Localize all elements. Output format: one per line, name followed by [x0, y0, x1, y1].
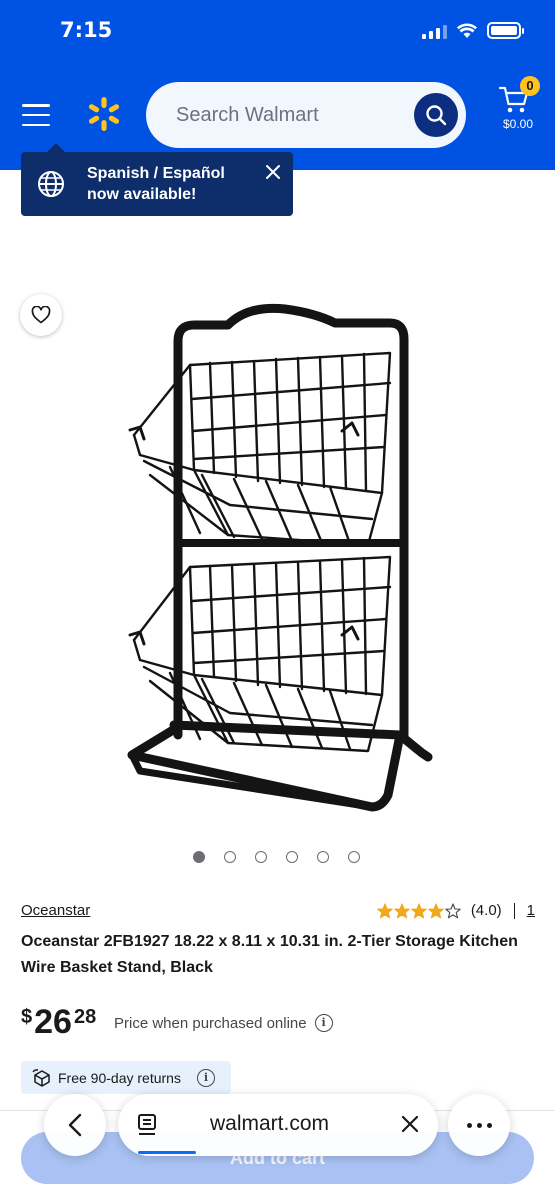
rating-separator [513, 902, 515, 919]
carousel-dot[interactable] [224, 851, 236, 863]
price-note: Price when purchased online i [114, 1014, 333, 1032]
favorite-button[interactable] [20, 294, 62, 336]
search-input[interactable] [176, 82, 396, 148]
status-icons [422, 22, 524, 39]
heart-icon [31, 306, 51, 324]
image-carousel-indicators [193, 851, 360, 863]
wifi-icon [457, 23, 477, 38]
carousel-dot[interactable] [317, 851, 329, 863]
carousel-dot[interactable] [255, 851, 267, 863]
info-icon[interactable]: i [196, 1068, 215, 1087]
browser-back-button[interactable] [44, 1094, 106, 1156]
carousel-dot[interactable] [193, 851, 205, 863]
product-price: $ 26 28 [21, 1004, 96, 1040]
brand-link[interactable]: Oceanstar [21, 902, 90, 919]
walmart-spark-logo[interactable] [86, 96, 122, 132]
globe-icon [38, 171, 64, 197]
price-cents: 28 [73, 1006, 97, 1028]
returns-text: Free 90-day returns [58, 1069, 181, 1086]
search-icon [426, 105, 447, 126]
page-menu-icon[interactable] [136, 1113, 160, 1137]
price-currency: $ [21, 1006, 33, 1028]
app-header: 7:15 Search Walmart 0 $0.00 [0, 0, 555, 170]
close-icon[interactable] [265, 164, 281, 180]
cellular-signal-icon [422, 23, 447, 39]
returns-icon [32, 1068, 50, 1087]
review-count-link[interactable]: 1 [527, 902, 535, 919]
star-filled-icon [377, 902, 393, 918]
star-empty-icon [445, 902, 461, 918]
chevron-left-icon [68, 1113, 82, 1137]
price-dollars: 26 [34, 1003, 72, 1041]
info-icon[interactable]: i [314, 1014, 333, 1032]
rating-stars [377, 902, 461, 919]
language-tooltip-text: Spanish / Español now available! [87, 165, 225, 203]
product-image[interactable] [110, 295, 450, 825]
browser-url[interactable]: walmart.com [210, 1112, 329, 1136]
search-bar[interactable] [146, 82, 466, 148]
carousel-dot[interactable] [286, 851, 298, 863]
product-title: Oceanstar 2FB1927 18.22 x 8.11 x 10.31 i… [21, 933, 518, 976]
language-tooltip[interactable]: Spanish / Español now available! [21, 143, 293, 216]
star-filled-icon [428, 902, 444, 918]
menu-button[interactable] [22, 104, 50, 126]
price-note-text: Price when purchased online [114, 1014, 307, 1032]
browser-address-bar[interactable]: walmart.com [118, 1094, 438, 1156]
cart-total: $0.00 [502, 117, 534, 131]
close-icon[interactable] [400, 1114, 420, 1134]
more-dot [476, 1122, 482, 1128]
rating-summary[interactable]: (4.0) 1 [377, 902, 535, 919]
more-dot [466, 1122, 472, 1128]
carousel-dot[interactable] [348, 851, 360, 863]
battery-icon [487, 22, 524, 39]
star-filled-icon [394, 902, 410, 918]
rating-value: (4.0) [470, 902, 502, 919]
page-load-progress [138, 1151, 196, 1154]
returns-badge: Free 90-day returns i [21, 1061, 231, 1094]
search-button[interactable] [414, 93, 458, 137]
status-time: 7:15 [60, 18, 113, 42]
cart-button[interactable]: 0 $0.00 [496, 76, 540, 140]
browser-more-button[interactable] [448, 1094, 510, 1156]
cart-count-badge: 0 [520, 76, 540, 96]
star-filled-icon [411, 902, 427, 918]
more-dot [486, 1122, 492, 1128]
